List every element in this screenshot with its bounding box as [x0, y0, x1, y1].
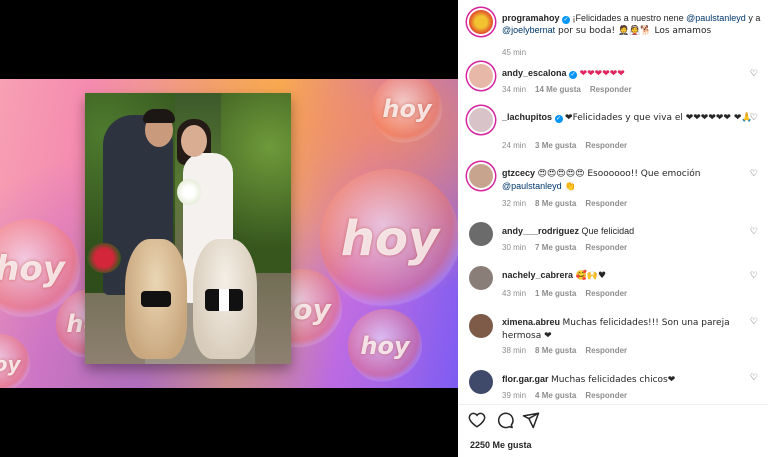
mention-link[interactable]: @joelybernat: [502, 25, 555, 35]
reply-button[interactable]: Responder: [585, 391, 627, 400]
comment-username[interactable]: _lachupitos: [502, 112, 552, 122]
caption-text: ¡Felicidades a nuestro nene: [572, 13, 687, 23]
mention-link[interactable]: @paulstanleyd: [502, 181, 562, 191]
comment-like-heart-icon[interactable]: ♡: [750, 316, 758, 327]
bouquet: [177, 179, 201, 205]
caption-time: 45 min: [502, 48, 527, 57]
comment-username[interactable]: gtzcecy: [502, 168, 535, 178]
avatar[interactable]: [469, 10, 493, 34]
comment-like-heart-icon[interactable]: ♡: [750, 168, 758, 179]
reply-button[interactable]: Responder: [585, 199, 627, 208]
comment-text: Muchas felicidades chicos❤: [551, 375, 676, 385]
reply-button[interactable]: Responder: [590, 85, 632, 94]
action-bar: [458, 405, 768, 433]
verified-icon: ✓: [562, 16, 571, 24]
comments-panel[interactable]: programahoy ✓ ¡Felicidades a nuestro nen…: [458, 0, 768, 457]
comment-icon[interactable]: [496, 411, 514, 429]
comment-text: ❤Felicidades y que viva el ❤❤❤❤❤❤ ❤🙏: [565, 113, 753, 123]
share-icon[interactable]: [522, 411, 540, 429]
comment-like-heart-icon[interactable]: ♡: [750, 112, 758, 123]
comment-text: 😍😍😍😍😍 Esoooooo!! Que emoción: [537, 169, 701, 179]
comment-like-heart-icon[interactable]: ♡: [750, 226, 758, 237]
likes-count[interactable]: 2250 Me gusta: [470, 440, 532, 450]
avatar[interactable]: [469, 370, 493, 394]
heart-icon[interactable]: [468, 411, 486, 429]
comment-likes[interactable]: 7 Me gusta: [535, 243, 576, 252]
hoy-watermark-logo: hoy: [348, 309, 422, 383]
reply-button[interactable]: Responder: [585, 243, 627, 252]
avatar[interactable]: [469, 314, 493, 338]
avatar[interactable]: [469, 64, 493, 88]
mention-link[interactable]: @paulstanleyd: [686, 13, 746, 23]
comment-likes[interactable]: 14 Me gusta: [535, 85, 581, 94]
comment-text: 🥰🙌♥: [575, 271, 607, 281]
comment-username[interactable]: andy___rodriguez: [502, 226, 579, 236]
reply-button[interactable]: Responder: [585, 346, 627, 355]
comment-like-heart-icon[interactable]: ♡: [750, 372, 758, 383]
post-media: hoy hoy hoy hoy hoy hoy hoy: [0, 0, 458, 457]
reply-button[interactable]: Responder: [585, 289, 627, 298]
hoy-watermark-logo: hoy: [320, 169, 458, 309]
verified-icon: ✓: [569, 71, 578, 79]
comment-username[interactable]: flor.gar.gar: [502, 374, 549, 384]
comment-like-heart-icon[interactable]: ♡: [750, 270, 758, 281]
comment-likes[interactable]: 4 Me gusta: [535, 391, 576, 400]
comment-username[interactable]: ximena.abreu: [502, 317, 560, 327]
comment-likes[interactable]: 8 Me gusta: [535, 346, 576, 355]
comment-likes[interactable]: 3 Me gusta: [535, 141, 576, 150]
comment-text: Que felicidad: [581, 226, 635, 236]
avatar[interactable]: [469, 266, 493, 290]
verified-icon: ✓: [554, 115, 563, 123]
comment-likes[interactable]: 1 Me gusta: [535, 289, 576, 298]
avatar[interactable]: [469, 164, 493, 188]
comment-like-heart-icon[interactable]: ♡: [750, 68, 758, 79]
comment-likes[interactable]: 8 Me gusta: [535, 199, 576, 208]
avatar[interactable]: [469, 222, 493, 246]
comment-username[interactable]: andy_escalona: [502, 68, 567, 78]
reply-button[interactable]: Responder: [585, 141, 627, 150]
comment-username[interactable]: nachely_cabrera: [502, 270, 573, 280]
caption-username[interactable]: programahoy: [502, 13, 560, 23]
avatar[interactable]: [469, 108, 493, 132]
wedding-photo: [85, 93, 291, 364]
comment-text: ❤❤❤❤❤❤: [579, 69, 625, 79]
